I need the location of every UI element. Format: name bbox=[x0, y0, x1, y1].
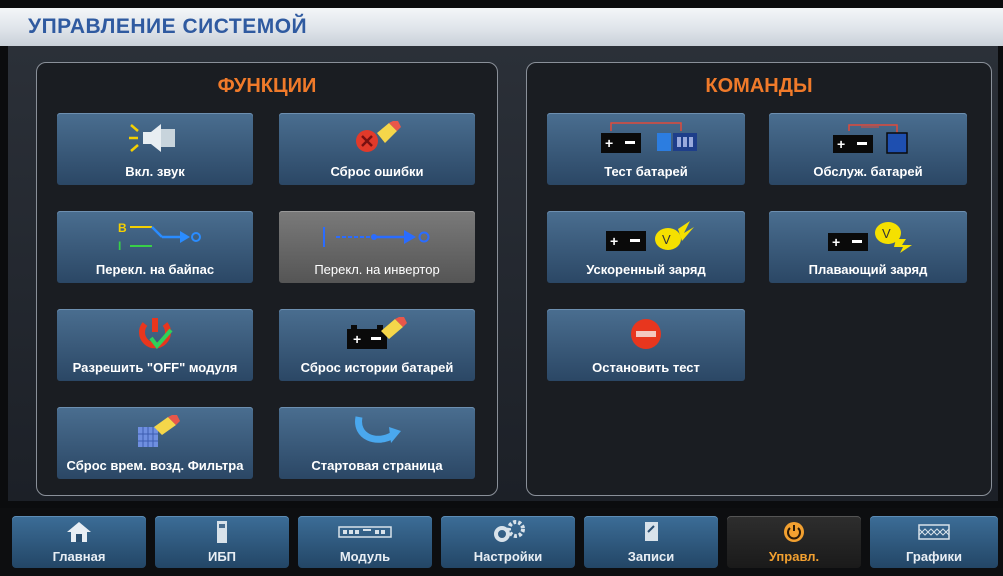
functions-title: ФУНКЦИИ bbox=[217, 75, 317, 97]
float-charge-icon: + V bbox=[769, 219, 967, 253]
switch-to-bypass-label: Перекл. на байпас bbox=[95, 262, 215, 277]
reset-filter-time-button[interactable]: Сброс врем. возд. Фильтра bbox=[57, 407, 253, 479]
nav-module-label: Модуль bbox=[339, 549, 391, 564]
page-title: УПРАВЛЕНИЕ СИСТЕМОЙ bbox=[28, 15, 308, 38]
switch-to-inverter-button[interactable]: Перекл. на инвертор bbox=[279, 211, 475, 283]
svg-text:+: + bbox=[837, 136, 845, 152]
stop-icon bbox=[547, 317, 745, 351]
bypass-icon: B I bbox=[57, 219, 253, 253]
svg-text:V: V bbox=[662, 232, 671, 247]
svg-text:I: I bbox=[118, 239, 121, 253]
battery-service-button[interactable]: + Обслуж. батарей bbox=[769, 113, 967, 185]
nav-graphs[interactable]: Графики bbox=[870, 516, 998, 568]
allow-module-off-button[interactable]: Разрешить "OFF" модуля bbox=[57, 309, 253, 381]
speaker-icon bbox=[57, 121, 253, 155]
header-bar: УПРАВЛЕНИЕ СИСТЕМОЙ bbox=[0, 8, 1003, 46]
nav-records[interactable]: Записи bbox=[584, 516, 718, 568]
battery-service-icon: + bbox=[769, 121, 967, 155]
nav-module[interactable]: Модуль bbox=[298, 516, 432, 568]
boost-charge-button[interactable]: + V Ускоренный заряд bbox=[547, 211, 745, 283]
svg-text:+: + bbox=[832, 234, 840, 250]
reset-battery-history-label: Сброс истории батарей bbox=[300, 360, 454, 375]
power-check-icon bbox=[57, 317, 253, 351]
stop-test-label: Остановить тест bbox=[592, 360, 700, 375]
boost-charge-label: Ускоренный заряд bbox=[586, 262, 706, 277]
reset-battery-history-button[interactable]: + Сброс истории батарей bbox=[279, 309, 475, 381]
svg-text:+: + bbox=[353, 331, 361, 347]
battery-test-label: Тест батарей bbox=[604, 164, 688, 179]
battery-test-icon: + bbox=[547, 121, 745, 155]
start-page-button[interactable]: Стартовая страница bbox=[279, 407, 475, 479]
bottom-nav: Главная ИБП Модуль Настройки Записи Упра… bbox=[0, 508, 1003, 576]
reset-filter-time-label: Сброс врем. возд. Фильтра bbox=[66, 458, 244, 473]
filter-reset-icon bbox=[57, 415, 253, 449]
battery-history-reset-icon: + bbox=[279, 317, 475, 351]
nav-graphs-label: Графики bbox=[906, 549, 962, 564]
boost-charge-icon: + V bbox=[547, 219, 745, 253]
gear-icon bbox=[441, 520, 575, 544]
switch-to-inverter-label: Перекл. на инвертор bbox=[314, 262, 440, 277]
reset-fault-label: Сброс ошибки bbox=[330, 164, 424, 179]
stop-test-button[interactable]: Остановить тест bbox=[547, 309, 745, 381]
float-charge-button[interactable]: + V Плавающий заряд bbox=[769, 211, 967, 283]
battery-service-label: Обслуж. батарей bbox=[813, 164, 923, 179]
home-icon bbox=[12, 520, 146, 544]
records-icon bbox=[584, 520, 718, 544]
sound-on-button[interactable]: Вкл. звук bbox=[57, 113, 253, 185]
power-icon bbox=[727, 520, 861, 544]
nav-control-label: Управл. bbox=[768, 549, 820, 564]
start-page-label: Стартовая страница bbox=[311, 458, 443, 473]
nav-settings[interactable]: Настройки bbox=[441, 516, 575, 568]
nav-ups-label: ИБП bbox=[207, 549, 237, 564]
sound-on-label: Вкл. звук bbox=[125, 164, 185, 179]
nav-control[interactable]: Управл. bbox=[727, 516, 861, 568]
nav-ups[interactable]: ИБП bbox=[155, 516, 289, 568]
svg-text:B: B bbox=[118, 221, 127, 235]
commands-panel: КОМАНДЫ + Тест батарей + Обслуж. батарей… bbox=[526, 62, 992, 496]
svg-text:+: + bbox=[610, 233, 618, 249]
graph-icon bbox=[870, 520, 998, 544]
svg-text:V: V bbox=[882, 226, 891, 241]
commands-title: КОМАНДЫ bbox=[705, 75, 813, 97]
nav-settings-label: Настройки bbox=[473, 549, 543, 564]
allow-module-off-label: Разрешить "OFF" модуля bbox=[72, 360, 238, 375]
functions-panel: ФУНКЦИИ Вкл. звук Сброс ошибки B I Перек… bbox=[36, 62, 498, 496]
nav-records-label: Записи bbox=[627, 549, 675, 564]
reset-fault-button[interactable]: Сброс ошибки bbox=[279, 113, 475, 185]
float-charge-label: Плавающий заряд bbox=[808, 262, 928, 277]
module-icon bbox=[298, 520, 432, 544]
battery-test-button[interactable]: + Тест батарей bbox=[547, 113, 745, 185]
nav-home-label: Главная bbox=[52, 549, 106, 564]
inverter-icon bbox=[279, 219, 475, 253]
main-area: ФУНКЦИИ Вкл. звук Сброс ошибки B I Перек… bbox=[8, 46, 998, 501]
svg-text:+: + bbox=[605, 135, 613, 151]
switch-to-bypass-button[interactable]: B I Перекл. на байпас bbox=[57, 211, 253, 283]
home-arrow-icon bbox=[279, 415, 475, 449]
reset-fault-icon bbox=[279, 121, 475, 155]
ups-icon bbox=[155, 520, 289, 544]
nav-home[interactable]: Главная bbox=[12, 516, 146, 568]
